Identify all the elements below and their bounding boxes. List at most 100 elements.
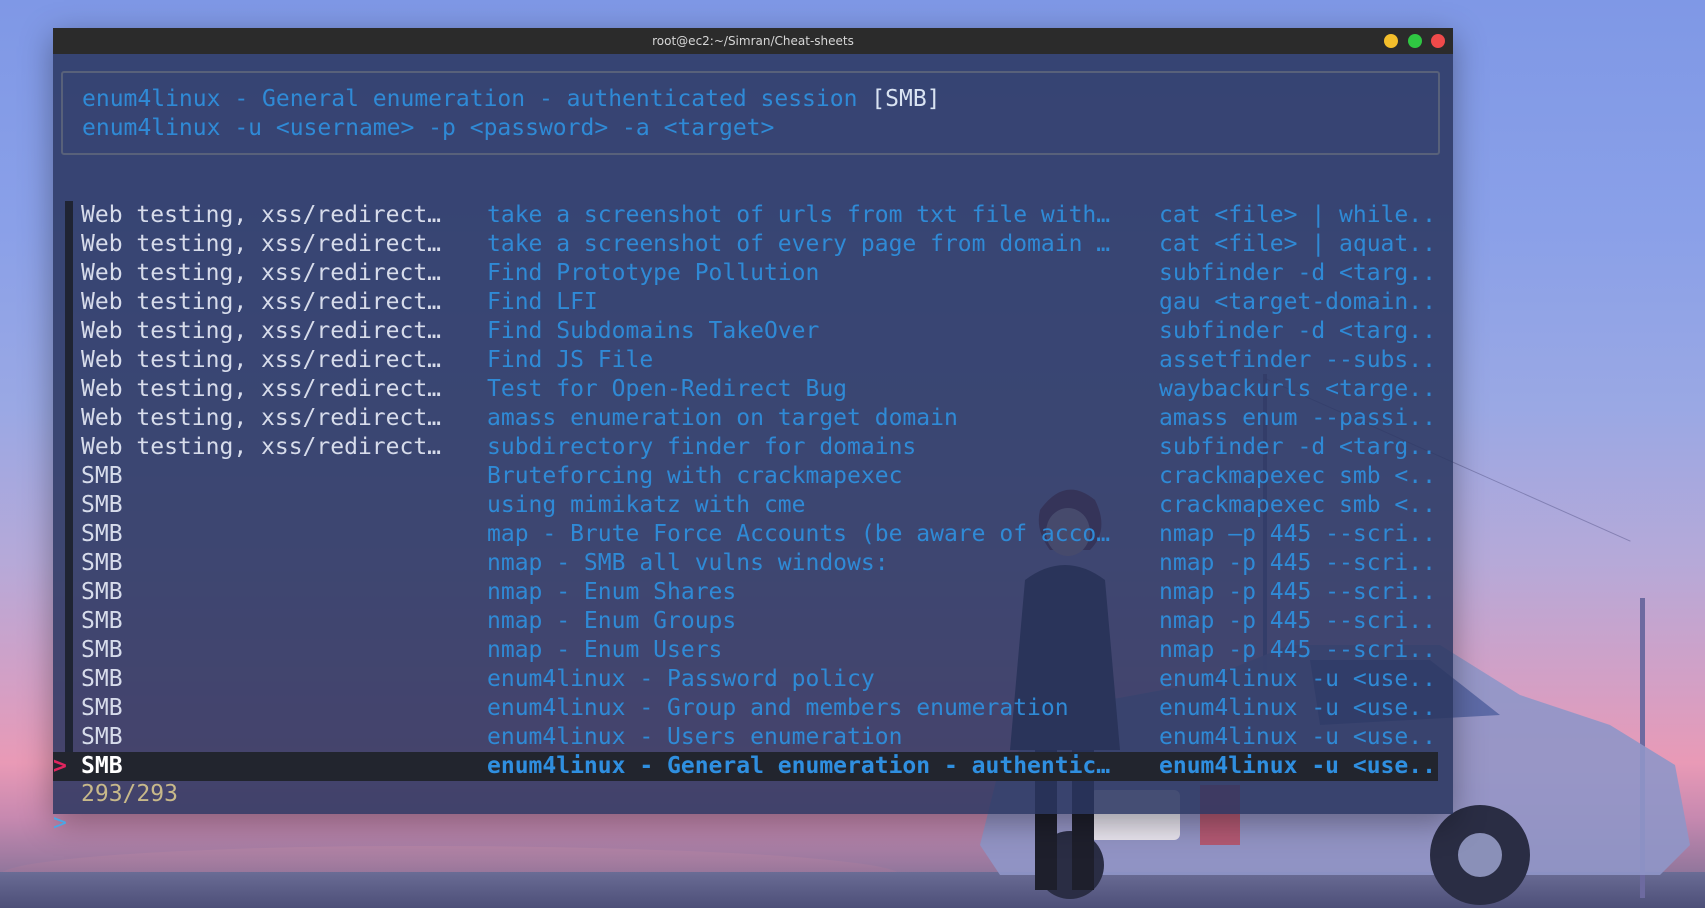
row-command: enum4linux -u <use.. bbox=[1159, 666, 1436, 692]
minimize-button[interactable] bbox=[1384, 34, 1398, 48]
row-description: nmap - Enum Groups bbox=[487, 608, 737, 634]
list-item-selected[interactable]: > SMB enum4linux - General enumeration - a… bbox=[53, 752, 1438, 781]
row-description: Find Prototype Pollution bbox=[487, 260, 820, 286]
maximize-button[interactable] bbox=[1408, 34, 1422, 48]
list-item[interactable]: Web testing, xss/redirect… Find JS File as… bbox=[53, 346, 1438, 375]
row-description: Find JS File bbox=[487, 347, 654, 373]
row-gutter bbox=[65, 636, 73, 665]
row-gutter bbox=[65, 665, 73, 694]
row-gutter bbox=[65, 404, 73, 433]
preview-description: enum4linux - General enumeration - authe… bbox=[82, 86, 872, 112]
row-category: Web testing, xss/redirect… bbox=[81, 347, 442, 373]
list-item[interactable]: Web testing, xss/redirect… amass enumerat… bbox=[53, 404, 1438, 433]
row-command: enum4linux -u <use.. bbox=[1159, 753, 1436, 779]
row-category: SMB bbox=[81, 492, 123, 518]
list-item[interactable]: SMB using mimikatz with cme crackmapexec s… bbox=[53, 491, 1438, 520]
row-description: take a screenshot of every page from dom… bbox=[487, 231, 1111, 257]
row-command: amass enum --passi.. bbox=[1159, 405, 1436, 431]
close-button[interactable] bbox=[1431, 34, 1445, 48]
row-description: nmap - SMB all vulns windows: bbox=[487, 550, 889, 576]
row-command: assetfinder --subs.. bbox=[1159, 347, 1436, 373]
list-item[interactable]: SMB nmap - Enum Shares nmap -p 445 --scri.… bbox=[53, 578, 1438, 607]
list-item[interactable]: Web testing, xss/redirect… subdirectory f… bbox=[53, 433, 1438, 462]
row-description: Find LFI bbox=[487, 289, 598, 315]
window-title: root@ec2:~/Simran/Cheat-sheets bbox=[652, 34, 854, 48]
row-gutter bbox=[65, 346, 73, 375]
terminal-window: root@ec2:~/Simran/Cheat-sheets enum4linu… bbox=[53, 28, 1453, 836]
selection-pointer: > bbox=[53, 753, 67, 779]
row-command: nmap -p 445 --scri.. bbox=[1159, 637, 1436, 663]
row-category: Web testing, xss/redirect… bbox=[81, 318, 442, 344]
row-command: nmap –p 445 --scri.. bbox=[1159, 521, 1436, 547]
list-item[interactable]: SMB nmap - Enum Users nmap -p 445 --scri.. bbox=[53, 636, 1438, 665]
row-gutter bbox=[65, 694, 73, 723]
row-category: SMB bbox=[81, 753, 123, 779]
row-category: SMB bbox=[81, 608, 123, 634]
row-command: nmap -p 445 --scri.. bbox=[1159, 579, 1436, 605]
search-prompt[interactable]: > bbox=[53, 809, 67, 838]
row-gutter bbox=[65, 259, 73, 288]
row-description: subdirectory finder for domains bbox=[487, 434, 917, 460]
row-category: SMB bbox=[81, 695, 123, 721]
row-category: SMB bbox=[81, 550, 123, 576]
row-category: SMB bbox=[81, 463, 123, 489]
row-description: enum4linux - General enumeration - authe… bbox=[487, 753, 1111, 779]
row-category: SMB bbox=[81, 521, 123, 547]
row-description: nmap - Enum Shares bbox=[487, 579, 737, 605]
list-item[interactable]: SMB nmap - SMB all vulns windows: nmap -p … bbox=[53, 549, 1438, 578]
row-description: Test for Open-Redirect Bug bbox=[487, 376, 848, 402]
row-command: nmap -p 445 --scri.. bbox=[1159, 608, 1436, 634]
list-item[interactable]: SMB enum4linux - Password policy enum4linu… bbox=[53, 665, 1438, 694]
list-item[interactable]: SMB enum4linux - Users enumeration enum4li… bbox=[53, 723, 1438, 752]
row-category: Web testing, xss/redirect… bbox=[81, 202, 442, 228]
cheat-list: Web testing, xss/redirect… take a screens… bbox=[53, 201, 1438, 781]
row-command: cat <file> | aquat.. bbox=[1159, 231, 1436, 257]
row-category: Web testing, xss/redirect… bbox=[81, 376, 442, 402]
row-gutter bbox=[65, 317, 73, 346]
row-gutter bbox=[65, 491, 73, 520]
preview-tag: [SMB] bbox=[871, 86, 941, 112]
row-command: subfinder -d <targ.. bbox=[1159, 318, 1436, 344]
list-item[interactable]: SMB nmap - Enum Groups nmap -p 445 --scri.… bbox=[53, 607, 1438, 636]
row-description: using mimikatz with cme bbox=[487, 492, 806, 518]
row-gutter bbox=[65, 375, 73, 404]
list-item[interactable]: Web testing, xss/redirect… Find LFI gau <t… bbox=[53, 288, 1438, 317]
row-command: waybackurls <targe.. bbox=[1159, 376, 1436, 402]
match-counter: 293/293 bbox=[81, 781, 178, 807]
list-item[interactable]: Web testing, xss/redirect… take a screens… bbox=[53, 230, 1438, 259]
row-command: subfinder -d <targ.. bbox=[1159, 434, 1436, 460]
row-command: enum4linux -u <use.. bbox=[1159, 695, 1436, 721]
row-gutter bbox=[65, 230, 73, 259]
row-gutter bbox=[65, 288, 73, 317]
row-gutter bbox=[65, 607, 73, 636]
list-item[interactable]: Web testing, xss/redirect… Find Subdomain… bbox=[53, 317, 1438, 346]
row-description: take a screenshot of urls from txt file … bbox=[487, 202, 1111, 228]
row-description: enum4linux - Group and members enumerati… bbox=[487, 695, 1069, 721]
row-command: subfinder -d <targ.. bbox=[1159, 260, 1436, 286]
row-category: SMB bbox=[81, 579, 123, 605]
row-gutter bbox=[65, 433, 73, 462]
row-category: SMB bbox=[81, 666, 123, 692]
title-bar: root@ec2:~/Simran/Cheat-sheets bbox=[53, 28, 1453, 54]
row-command: cat <file> | while.. bbox=[1159, 202, 1436, 228]
list-item[interactable]: SMB enum4linux - Group and members enumer… bbox=[53, 694, 1438, 723]
row-gutter bbox=[65, 462, 73, 491]
row-gutter bbox=[65, 723, 73, 752]
list-item[interactable]: Web testing, xss/redirect… Test for Open-… bbox=[53, 375, 1438, 404]
row-description: enum4linux - Users enumeration bbox=[487, 724, 903, 750]
row-command: nmap -p 445 --scri.. bbox=[1159, 550, 1436, 576]
list-item[interactable]: SMB Bruteforcing with crackmapexec crackma… bbox=[53, 462, 1438, 491]
row-gutter bbox=[65, 578, 73, 607]
list-item[interactable]: Web testing, xss/redirect… Find Prototype… bbox=[53, 259, 1438, 288]
row-category: Web testing, xss/redirect… bbox=[81, 434, 442, 460]
list-item[interactable]: SMB map - Brute Force Accounts (be aware … bbox=[53, 520, 1438, 549]
row-gutter bbox=[65, 549, 73, 578]
row-command: gau <target-domain.. bbox=[1159, 289, 1436, 315]
row-command: crackmapexec smb <.. bbox=[1159, 463, 1436, 489]
list-item[interactable]: Web testing, xss/redirect… take a screens… bbox=[53, 201, 1438, 230]
preview-command: enum4linux -u <username> -p <password> -… bbox=[82, 115, 775, 141]
row-category: SMB bbox=[81, 724, 123, 750]
row-category: Web testing, xss/redirect… bbox=[81, 260, 442, 286]
row-description: map - Brute Force Accounts (be aware of … bbox=[487, 521, 1111, 547]
preview-pane: enum4linux - General enumeration - authe… bbox=[61, 71, 1440, 155]
